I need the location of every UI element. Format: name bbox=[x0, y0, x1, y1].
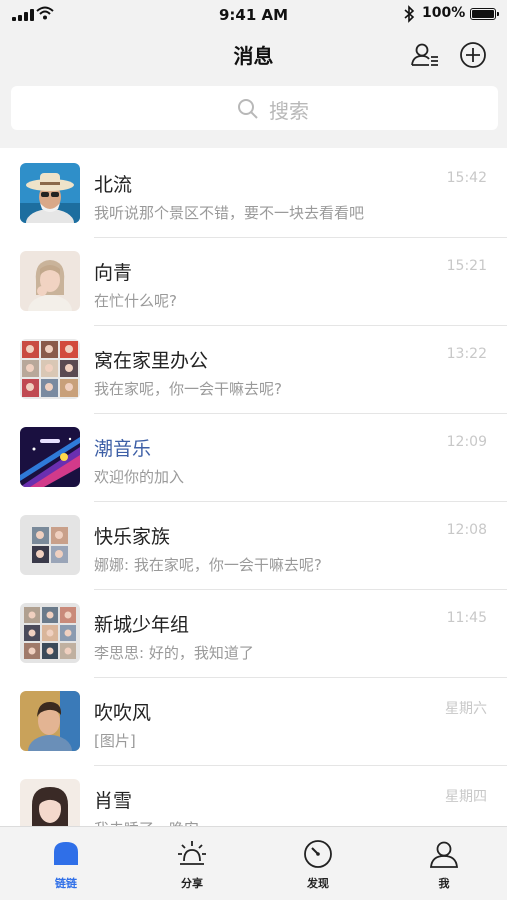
conversation-preview: 李思思: 好的，我知道了 bbox=[94, 644, 254, 662]
tab-me[interactable]: 我 bbox=[381, 827, 507, 900]
battery-percent: 100% bbox=[422, 5, 466, 21]
tab-label: 发现 bbox=[307, 877, 329, 890]
avatar bbox=[20, 163, 80, 223]
conversation-preview: 在忙什么呢? bbox=[94, 292, 177, 310]
conversation-time: 星期六 bbox=[445, 701, 487, 717]
conversation-list[interactable]: 北流 我听说那个景区不错，要不一块去看看吧 15:42 向青 在忙什么呢? 15… bbox=[0, 150, 507, 826]
conversation-item[interactable]: 潮音乐 欢迎你的加入 12:09 bbox=[0, 414, 507, 502]
conversation-item[interactable]: 肖雪 我去睡了，晚安 星期四 bbox=[0, 766, 507, 826]
conversation-preview: 我听说那个景区不错，要不一块去看看吧 bbox=[94, 204, 365, 222]
conversation-time: 13:22 bbox=[446, 346, 487, 362]
conversation-name: 潮音乐 bbox=[94, 438, 152, 460]
header-area: 9:41 AM 100% 消息 搜索 bbox=[0, 0, 507, 148]
conversation-item[interactable]: 新城少年组 李思思: 好的，我知道了 11:45 bbox=[0, 590, 507, 678]
avatar bbox=[20, 339, 80, 399]
plus-circle-icon bbox=[460, 42, 486, 68]
bluetooth-icon bbox=[404, 5, 415, 23]
battery-icon bbox=[470, 8, 499, 20]
sun-icon bbox=[178, 841, 206, 865]
conversation-name: 新城少年组 bbox=[94, 614, 190, 636]
tab-label: 我 bbox=[438, 877, 450, 890]
conversation-time: 15:21 bbox=[446, 258, 487, 274]
conversation-time: 15:42 bbox=[446, 170, 487, 186]
tab-share[interactable]: 分享 bbox=[129, 827, 255, 900]
conversation-name: 快乐家族 bbox=[94, 526, 171, 548]
conversation-preview: [图片] bbox=[94, 732, 136, 750]
conversation-name: 北流 bbox=[94, 174, 133, 196]
conversation-name: 向青 bbox=[94, 262, 133, 284]
conversation-item[interactable]: 北流 我听说那个景区不错，要不一块去看看吧 15:42 bbox=[0, 150, 507, 238]
search-input[interactable]: 搜索 bbox=[11, 86, 498, 130]
conversation-time: 12:08 bbox=[446, 522, 487, 538]
conversation-item[interactable]: 向青 在忙什么呢? 15:21 bbox=[0, 238, 507, 326]
conversation-preview: 我在家呢，你一会干嘛去呢? bbox=[94, 380, 282, 398]
conversation-name: 窝在家里办公 bbox=[94, 350, 209, 372]
conversation-time: 12:09 bbox=[446, 434, 487, 450]
contacts-icon bbox=[411, 43, 438, 66]
compass-icon bbox=[304, 840, 332, 868]
conversation-time: 星期四 bbox=[445, 789, 487, 805]
avatar bbox=[20, 515, 80, 575]
contacts-button[interactable] bbox=[410, 40, 440, 70]
conversation-preview: 娜娜: 我在家呢，你一会干嘛去呢? bbox=[94, 556, 322, 574]
search-icon bbox=[238, 99, 258, 119]
status-bar: 9:41 AM 100% bbox=[0, 0, 507, 30]
avatar bbox=[20, 691, 80, 751]
conversation-preview: 欢迎你的加入 bbox=[94, 468, 185, 486]
tab-label: 链链 bbox=[55, 877, 77, 890]
avatar bbox=[20, 603, 80, 663]
conversation-item[interactable]: 快乐家族 娜娜: 我在家呢，你一会干嘛去呢? 12:08 bbox=[0, 502, 507, 590]
conversation-name: 吹吹风 bbox=[94, 702, 152, 724]
conversation-name: 肖雪 bbox=[94, 790, 133, 812]
avatar bbox=[20, 427, 80, 487]
add-button[interactable] bbox=[458, 40, 488, 70]
tab-discover[interactable]: 发现 bbox=[255, 827, 381, 900]
search-placeholder: 搜索 bbox=[269, 99, 309, 123]
tab-label: 分享 bbox=[181, 877, 203, 890]
conversation-preview: 我去睡了，晚安 bbox=[94, 818, 199, 826]
tab-bar: 链链 分享 发现 我 bbox=[0, 826, 507, 900]
conversation-item[interactable]: 窝在家里办公 我在家呢，你一会干嘛去呢? 13:22 bbox=[0, 326, 507, 414]
chat-bubble-icon bbox=[54, 842, 78, 865]
conversation-item[interactable]: 吹吹风 [图片] 星期六 bbox=[0, 678, 507, 766]
conversation-time: 11:45 bbox=[446, 610, 487, 626]
person-icon bbox=[430, 841, 458, 868]
avatar bbox=[20, 779, 80, 826]
tab-messages[interactable]: 链链 bbox=[3, 827, 129, 900]
avatar bbox=[20, 251, 80, 311]
